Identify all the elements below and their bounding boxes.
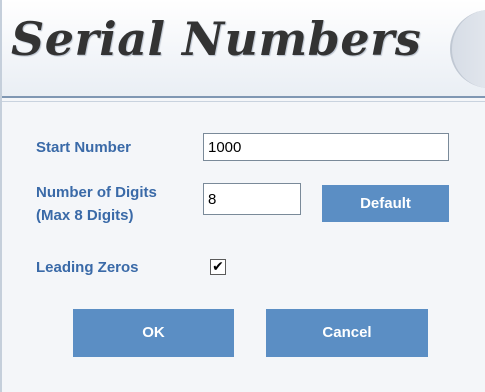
default-button[interactable]: Default	[322, 185, 449, 222]
header-divider-light	[2, 101, 485, 102]
number-of-digits-label: Number of Digits	[36, 184, 157, 201]
dialog-title: Serial Numbers	[11, 12, 422, 66]
leading-zeros-checkbox[interactable]: ✔	[210, 259, 226, 275]
ok-button[interactable]: OK	[73, 309, 234, 357]
start-number-input[interactable]	[203, 133, 449, 161]
header-divider	[2, 96, 485, 98]
max-digits-hint: (Max 8 Digits)	[36, 207, 134, 224]
checkmark-icon: ✔	[212, 259, 224, 275]
leading-zeros-label: Leading Zeros	[36, 259, 139, 276]
dialog-header: Serial Numbers	[2, 0, 485, 98]
header-ornament	[450, 10, 485, 88]
serial-numbers-dialog: Serial Numbers Start Number Number of Di…	[0, 0, 485, 392]
cancel-button[interactable]: Cancel	[266, 309, 428, 357]
start-number-label: Start Number	[36, 139, 132, 156]
number-of-digits-input[interactable]	[203, 183, 301, 215]
